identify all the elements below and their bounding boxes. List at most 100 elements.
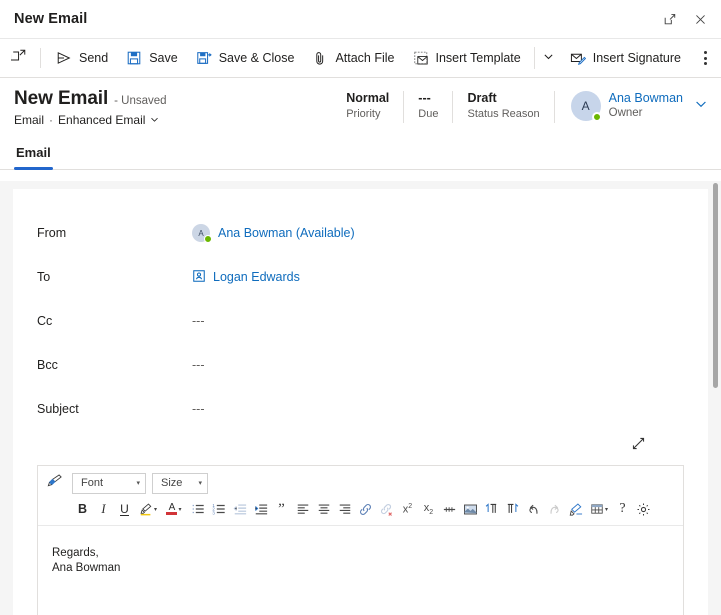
paperclip-icon [312,50,328,66]
new-record-button[interactable] [4,43,34,73]
due-label: Due [418,108,439,120]
rte-toolbar-row-1: Font ▾ Size ▾ [44,470,677,496]
save-button[interactable]: Save [117,42,187,74]
field-bcc-value[interactable]: --- [192,358,205,372]
window-titlebar: New Email [0,0,721,38]
close-button[interactable] [685,5,715,33]
blockquote-button[interactable]: ” [271,498,292,520]
bold-button[interactable]: B [72,498,93,520]
insert-template-button[interactable]: Insert Template [404,42,530,74]
popout-button[interactable] [655,5,685,33]
owner-name[interactable]: Ana Bowman [609,90,683,106]
status-reason-stat[interactable]: Draft Status Reason [453,90,553,122]
presence-available-icon [204,235,212,243]
undo-button[interactable] [523,498,544,520]
help-button[interactable]: ? [612,498,633,520]
owner-role: Owner [608,107,643,119]
field-to-value[interactable]: Logan Edwards [192,269,300,286]
decrease-indent-icon [233,502,247,516]
field-cc-value[interactable]: --- [192,314,205,328]
field-subject-value[interactable]: --- [192,402,205,416]
increase-indent-button[interactable] [250,498,271,520]
owner-chevron-down-icon[interactable] [695,97,707,115]
command-bar: Send Save Save & Close Attach File Inser… [0,38,721,78]
strikethrough-icon [442,502,457,517]
insert-table-button[interactable]: ▾ [586,498,612,520]
send-button[interactable]: Send [47,42,117,74]
record-header-left: New Email - Unsaved Email · Enhanced Ema… [14,88,332,127]
priority-value: Normal [346,91,390,105]
align-left-button[interactable] [292,498,313,520]
tab-email[interactable]: Email [14,136,53,170]
highlight-color-icon [139,502,153,516]
font-size-select[interactable]: Size ▾ [152,472,208,494]
strikethrough-button[interactable] [439,498,460,520]
command-bar-overflow-button[interactable] [692,43,720,73]
priority-stat[interactable]: Normal Priority [332,90,403,122]
left-to-right-button[interactable] [481,498,502,520]
priority-label: Priority [346,108,381,120]
superscript-button[interactable]: x2 [397,498,418,520]
bulleted-list-button[interactable] [187,498,208,520]
form-selector-chevron-down-icon[interactable] [150,113,159,127]
to-contact-name[interactable]: Logan Edwards [213,270,300,284]
numbered-list-button[interactable]: 1 2 3 [208,498,229,520]
editor-settings-button[interactable] [633,498,654,520]
underline-button[interactable]: U [114,498,135,520]
chevron-down-icon: ▾ [136,480,140,487]
font-family-select[interactable]: Font ▾ [72,472,146,494]
highlight-color-button[interactable]: ▾ [135,498,161,520]
redo-button[interactable] [544,498,565,520]
format-painter-button[interactable] [44,472,66,494]
superscript-icon: x2 [402,502,413,516]
new-window-icon [10,48,27,69]
decrease-indent-button[interactable] [229,498,250,520]
attach-file-button[interactable]: Attach File [303,42,403,74]
owner-stat[interactable]: A Ana Bowman Owner [555,90,707,122]
entity-name: Email [14,113,45,127]
insert-template-dropdown[interactable] [537,43,561,73]
save-and-close-button[interactable]: Save & Close [187,42,304,74]
font-color-button[interactable]: A ▾ [161,498,187,520]
attach-file-label: Attach File [335,51,395,65]
command-separator [40,48,41,68]
save-and-close-label: Save & Close [218,51,295,65]
insert-image-icon [463,502,478,517]
redo-icon [547,502,562,517]
field-from-value[interactable]: A Ana Bowman (Available) [192,224,355,243]
remove-link-button[interactable] [376,498,397,520]
font-color-icon: A [166,503,178,515]
status-reason-value: Draft [467,91,497,105]
due-stat[interactable]: --- Due [404,90,452,122]
subscript-icon: x2 [423,501,434,517]
insert-link-button[interactable] [355,498,376,520]
align-right-button[interactable] [334,498,355,520]
owner-text: Ana Bowman Owner [609,90,683,121]
expand-editor-button[interactable] [628,436,648,456]
clear-formatting-button[interactable] [565,498,586,520]
svg-text:3: 3 [212,510,215,515]
insert-signature-button[interactable]: Insert Signature [561,42,690,74]
right-to-left-button[interactable] [502,498,523,520]
form-selector-label[interactable]: Enhanced Email [58,113,145,127]
chevron-down-icon: ▾ [604,506,608,513]
person-chip-from[interactable]: A Ana Bowman (Available) [192,224,355,243]
scrollbar-thumb[interactable] [713,183,718,388]
email-body-content[interactable]: Regards, Ana Bowman [38,526,683,615]
increase-indent-icon [254,502,268,516]
status-reason-label: Status Reason [467,108,540,120]
insert-image-button[interactable] [460,498,481,520]
help-icon: ? [619,501,626,516]
subscript-button[interactable]: x2 [418,498,439,520]
vertical-scrollbar[interactable] [710,181,721,615]
presence-available-icon [591,111,602,122]
insert-link-icon [358,502,373,517]
from-person-name[interactable]: Ana Bowman (Available) [218,226,355,240]
align-center-button[interactable] [313,498,334,520]
italic-button[interactable]: I [93,498,114,520]
right-to-left-icon [505,502,520,517]
clear-formatting-icon [568,502,583,517]
form-card: From A Ana Bowman (Available) To Logan E… [13,189,708,615]
expand-diagonal-icon [631,436,646,456]
send-icon [56,50,72,66]
